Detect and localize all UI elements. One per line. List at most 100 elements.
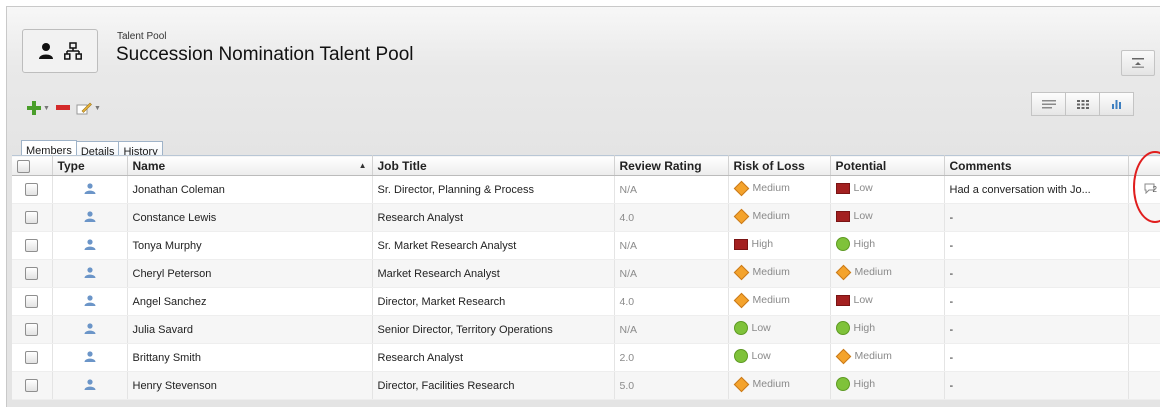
- chart-view-button[interactable]: [1099, 92, 1134, 116]
- potential-label: Low: [853, 294, 873, 307]
- job-title: Sr. Market Research Analyst: [372, 231, 615, 260]
- member-name[interactable]: Angel Sanchez: [127, 287, 373, 316]
- circle-indicator-icon: [835, 237, 850, 251]
- risk-of-loss-label: Low: [751, 350, 771, 362]
- risk-of-loss: High: [733, 238, 774, 251]
- risk-of-loss-label: Medium: [752, 182, 790, 195]
- add-icon: [27, 101, 41, 115]
- risk-of-loss: Medium: [733, 376, 790, 393]
- column-header-name[interactable]: Name ▲: [127, 155, 373, 176]
- column-header-risk-of-loss[interactable]: Risk of Loss: [728, 155, 831, 176]
- diamond-indicator-icon: [835, 264, 851, 281]
- comment-text: -: [944, 231, 1129, 260]
- add-member-button[interactable]: ▼: [27, 101, 50, 115]
- table-row[interactable]: Brittany Smith Research Analyst 2.0 Low Medi…: [12, 343, 1160, 372]
- square-indicator-icon: [835, 210, 850, 222]
- chevron-down-icon[interactable]: ▼: [94, 105, 101, 112]
- chevron-down-icon[interactable]: ▼: [43, 105, 50, 112]
- comment-text: -: [944, 259, 1129, 288]
- member-name[interactable]: Henry Stevenson: [127, 371, 373, 400]
- row-checkbox[interactable]: [25, 351, 39, 364]
- risk-of-loss: Medium: [733, 208, 790, 225]
- row-checkbox[interactable]: [25, 267, 39, 280]
- risk-of-loss: Medium: [733, 292, 790, 309]
- member-name[interactable]: Tonya Murphy: [127, 231, 373, 260]
- column-header-potential[interactable]: Potential: [830, 155, 945, 176]
- person-type-icon: [84, 210, 95, 222]
- header-icon-box: [22, 29, 98, 73]
- job-title: Director, Facilities Research: [372, 371, 615, 400]
- review-rating: 5.0: [614, 371, 729, 400]
- review-rating: 2.0: [614, 343, 729, 372]
- potential: High: [835, 321, 876, 335]
- select-all-checkbox[interactable]: [12, 155, 53, 176]
- list-view-icon: [1041, 99, 1056, 108]
- member-name[interactable]: Julia Savard: [127, 315, 373, 344]
- table-row[interactable]: Julia Savard Senior Director, Territory O…: [12, 315, 1160, 344]
- person-type-icon: [84, 350, 95, 362]
- member-name[interactable]: Jonathan Coleman: [127, 175, 373, 204]
- square-indicator-icon: [835, 182, 850, 194]
- review-rating: N/A: [614, 315, 729, 344]
- collapse-icon: [1132, 58, 1144, 68]
- diamond-indicator-icon: [733, 208, 749, 225]
- risk-of-loss-label: Low: [751, 322, 771, 334]
- collapse-header-button[interactable]: [1121, 50, 1155, 76]
- member-name[interactable]: Cheryl Peterson: [127, 259, 373, 288]
- table-row[interactable]: Cheryl Peterson Market Research Analyst N/…: [12, 259, 1160, 288]
- table-row[interactable]: Jonathan Coleman Sr. Director, Planning &…: [12, 175, 1160, 204]
- row-checkbox[interactable]: [25, 323, 39, 336]
- table-row[interactable]: Tonya Murphy Sr. Market Research Analyst N…: [12, 231, 1160, 260]
- review-rating: N/A: [614, 175, 729, 204]
- page-title: Succession Nomination Talent Pool: [116, 44, 414, 65]
- column-header-type[interactable]: Type: [52, 155, 128, 176]
- grid-view-button[interactable]: [1065, 92, 1100, 116]
- diamond-indicator-icon: [733, 264, 749, 281]
- risk-of-loss: Low: [733, 349, 771, 363]
- page-subtitle: Talent Pool: [117, 31, 167, 42]
- potential: Low: [835, 210, 873, 223]
- member-name[interactable]: Brittany Smith: [127, 343, 373, 372]
- member-name[interactable]: Constance Lewis: [127, 203, 373, 232]
- column-header-name-label: Name: [132, 158, 166, 173]
- list-view-button[interactable]: [1031, 92, 1066, 116]
- potential: High: [835, 377, 875, 391]
- job-title: Director, Market Research: [372, 287, 615, 316]
- square-indicator-icon: [733, 238, 748, 250]
- comment-text: -: [944, 203, 1129, 232]
- person-type-icon: [84, 238, 95, 250]
- review-rating: 4.0: [614, 287, 729, 316]
- chart-view-icon: [1111, 100, 1121, 109]
- table-row[interactable]: Angel Sanchez Director, Market Research 4.…: [12, 287, 1160, 316]
- potential-label: High: [853, 322, 876, 334]
- row-checkbox[interactable]: [25, 211, 39, 224]
- risk-of-loss-label: Medium: [752, 210, 790, 223]
- potential: Medium: [835, 348, 892, 365]
- potential: Medium: [835, 264, 892, 281]
- risk-of-loss-label: Medium: [752, 294, 790, 307]
- person-type-icon: [84, 266, 95, 278]
- person-type-icon: [84, 182, 95, 194]
- column-header-job-title[interactable]: Job Title: [372, 155, 615, 176]
- person-icon: [39, 43, 53, 59]
- edit-member-button[interactable]: ▼: [76, 101, 101, 115]
- review-rating: N/A: [614, 231, 729, 260]
- remove-icon: [55, 105, 70, 110]
- potential-label: Low: [853, 210, 873, 223]
- edit-icon: [76, 102, 92, 115]
- column-header-review-rating[interactable]: Review Rating: [614, 155, 729, 176]
- remove-member-button[interactable]: [55, 105, 70, 111]
- diamond-indicator-icon: [733, 292, 749, 309]
- row-checkbox[interactable]: [25, 183, 39, 196]
- risk-of-loss-label: High: [751, 238, 774, 251]
- table-row[interactable]: Henry Stevenson Director, Facilities Rese…: [12, 371, 1160, 400]
- risk-of-loss: Low: [733, 321, 771, 335]
- view-switcher: [1031, 92, 1134, 116]
- table-row[interactable]: Constance Lewis Research Analyst 4.0 Medium…: [12, 203, 1160, 232]
- row-checkbox[interactable]: [25, 295, 39, 308]
- review-rating: 4.0: [614, 203, 729, 232]
- column-header-comments[interactable]: Comments: [944, 155, 1129, 176]
- potential: High: [835, 237, 875, 251]
- row-checkbox[interactable]: [25, 379, 39, 392]
- row-checkbox[interactable]: [25, 239, 39, 252]
